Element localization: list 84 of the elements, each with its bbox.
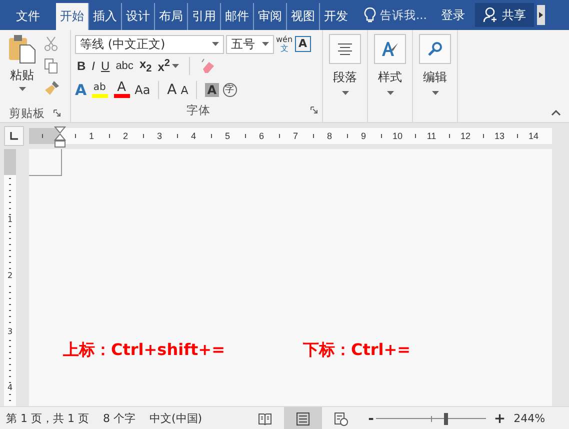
ruler-number: 12	[460, 131, 471, 141]
document-page[interactable]: 上标：Ctrl+shift+= 下标：Ctrl+=	[29, 149, 552, 406]
format-button[interactable]: U	[101, 59, 110, 73]
clipboard-icon	[7, 34, 37, 64]
collapse-icon[interactable]	[551, 110, 561, 116]
search-icon	[427, 41, 443, 57]
view-button[interactable]	[284, 406, 322, 429]
font-name-field[interactable]: 等线 (中文正文)	[75, 34, 224, 54]
group-label: 剪贴板	[9, 106, 45, 120]
font-color-button[interactable]: A	[112, 82, 131, 98]
word-count[interactable]: 8 个字	[102, 411, 136, 426]
language[interactable]: 中文(中国)	[149, 411, 202, 426]
paintbrush-icon[interactable]	[44, 80, 60, 96]
dialog-launcher-icon[interactable]	[53, 109, 61, 117]
format-button[interactable]: B	[77, 59, 86, 73]
enclose-characters-button[interactable]: 字	[222, 83, 237, 97]
caret-icon	[172, 64, 179, 68]
phonetic-guide-button[interactable]: wén 文	[276, 35, 293, 53]
ruler-number: 8	[326, 131, 333, 141]
zoom-level[interactable]: 244%	[514, 412, 546, 425]
ruler-number: 11	[426, 131, 437, 141]
ruler-number: 2	[122, 131, 129, 141]
character-shading-button[interactable]: A	[205, 83, 219, 97]
login-button[interactable]: 登录	[440, 0, 465, 30]
ruler-number: 4	[7, 383, 13, 393]
ribbon-tab[interactable]: 文件	[0, 3, 56, 30]
tab-selector[interactable]	[4, 126, 24, 146]
document-text: 下标：Ctrl+=	[303, 340, 411, 361]
caret-icon	[262, 42, 269, 46]
person-add-icon	[482, 7, 499, 23]
zoom-in-button[interactable]: +	[494, 410, 506, 426]
ruler-number: 7	[292, 131, 299, 141]
format-button[interactable]: x$^{2}$	[158, 58, 170, 74]
caret-icon	[386, 91, 394, 95]
ruler-number: 13	[494, 131, 505, 141]
caret-icon	[342, 91, 348, 95]
ruler-number: 5	[224, 131, 231, 141]
ruler-number: 6	[258, 131, 265, 141]
caret-icon	[212, 42, 219, 46]
margin-corner-mark	[29, 149, 62, 176]
highlight-button[interactable]: ab	[90, 82, 109, 98]
lightbulb-icon	[364, 7, 376, 23]
grow-font-button[interactable]: A	[167, 82, 177, 98]
shrink-font-button[interactable]: A	[180, 84, 188, 96]
text-effects-button[interactable]: A	[75, 81, 87, 99]
format-button[interactable]: abc	[116, 60, 134, 72]
ruler-number: 1	[88, 131, 95, 141]
tell-me-field[interactable]: 告诉我...	[380, 8, 427, 22]
ruler-number: 4	[190, 131, 197, 141]
web-page-icon	[334, 412, 348, 426]
paste-button[interactable]: 粘贴	[0, 34, 44, 104]
ruler-number: 2	[7, 271, 13, 281]
share-button[interactable]: 共享	[474, 3, 534, 27]
ruler-number: 1	[7, 215, 13, 225]
page-count[interactable]: 第 1 页，共 1 页	[6, 411, 89, 426]
format-button[interactable]: I	[92, 59, 96, 73]
scissors-icon[interactable]	[44, 36, 58, 52]
scroll-right-icon[interactable]	[536, 5, 545, 25]
ruler-number: 10	[392, 131, 403, 141]
paragraph-icon	[337, 43, 353, 55]
ribbon-tab[interactable]: 开始	[56, 3, 88, 30]
zoom-out-button[interactable]: -	[368, 410, 374, 426]
caret-icon	[18, 87, 26, 91]
left-tab-icon	[10, 132, 18, 140]
ruler-number: 9	[360, 131, 367, 141]
format-button[interactable]: x$_{2}$	[139, 57, 152, 75]
ribbon-button[interactable]: 编辑	[413, 30, 457, 95]
book-icon	[258, 412, 272, 424]
font-size-field[interactable]: 五号	[226, 34, 274, 54]
change-case-button[interactable]: Aa	[134, 83, 150, 97]
character-border-button[interactable]: A	[294, 36, 312, 52]
ruler-number: 3	[156, 131, 163, 141]
dialog-launcher-icon[interactable]	[310, 106, 318, 114]
ruler-number: 14	[528, 131, 539, 141]
ribbon-button[interactable]: 样式	[368, 30, 412, 95]
group-label: 字体	[186, 102, 210, 118]
caret-icon	[432, 91, 438, 95]
ruler-number: 3	[7, 327, 13, 337]
ribbon-button[interactable]: 段落	[323, 30, 367, 95]
copy-icon[interactable]	[44, 58, 58, 74]
page-icon	[296, 412, 310, 426]
document-text: 上标：Ctrl+shift+=	[63, 340, 225, 361]
styles-icon	[381, 40, 399, 58]
ruler-margin-shading	[4, 149, 16, 175]
